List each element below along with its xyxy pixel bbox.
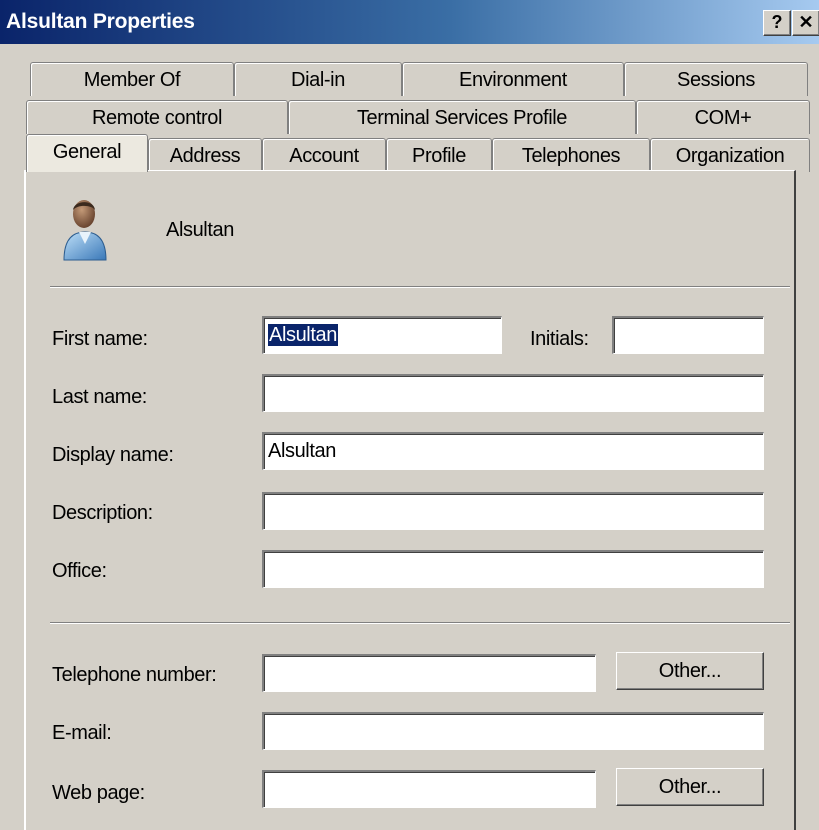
telephone-number-label: Telephone number: [52, 664, 217, 686]
help-button[interactable]: ? [763, 10, 791, 36]
title-bar: Alsultan Properties ? ✕ [0, 0, 819, 44]
first-name-label: First name: [52, 328, 148, 350]
description-label: Description: [52, 502, 153, 524]
user-name-display: Alsultan [166, 219, 234, 241]
tab-remote-control[interactable]: Remote control [26, 100, 288, 134]
tab-address[interactable]: Address [148, 138, 262, 172]
tab-com-plus[interactable]: COM+ [636, 100, 810, 134]
email-field[interactable] [262, 712, 764, 750]
last-name-label: Last name: [52, 386, 147, 408]
telephone-other-button[interactable]: Other... [616, 652, 764, 690]
user-icon [63, 200, 107, 261]
tab-telephones[interactable]: Telephones [492, 138, 650, 172]
separator [50, 286, 790, 288]
tab-general[interactable]: General [26, 134, 148, 172]
close-icon: ✕ [798, 12, 814, 32]
initials-label: Initials: [530, 328, 589, 350]
display-name-label: Display name: [52, 444, 174, 466]
office-label: Office: [52, 560, 107, 582]
window-title: Alsultan Properties [6, 10, 195, 33]
first-name-field[interactable]: Alsultan [262, 316, 502, 354]
tab-account[interactable]: Account [262, 138, 386, 172]
tab-profile[interactable]: Profile [386, 138, 492, 172]
first-name-value: Alsultan [268, 324, 338, 346]
description-field[interactable] [262, 492, 764, 530]
separator [50, 622, 790, 624]
tab-member-of[interactable]: Member Of [30, 62, 234, 96]
display-name-field[interactable]: Alsultan [262, 432, 764, 470]
last-name-field[interactable] [262, 374, 764, 412]
telephone-number-field[interactable] [262, 654, 596, 692]
tab-terminal-services-profile[interactable]: Terminal Services Profile [288, 100, 636, 134]
tab-organization[interactable]: Organization [650, 138, 810, 172]
tab-dial-in[interactable]: Dial-in [234, 62, 402, 96]
initials-field[interactable] [612, 316, 764, 354]
tab-sessions[interactable]: Sessions [624, 62, 808, 96]
close-button[interactable]: ✕ [792, 10, 819, 36]
web-page-other-button[interactable]: Other... [616, 768, 764, 806]
tab-environment[interactable]: Environment [402, 62, 624, 96]
web-page-field[interactable] [262, 770, 596, 808]
email-label: E-mail: [52, 722, 112, 744]
general-tab-panel: Alsultan First name: Alsultan Initials: … [24, 170, 796, 830]
web-page-label: Web page: [52, 782, 145, 804]
office-field[interactable] [262, 550, 764, 588]
